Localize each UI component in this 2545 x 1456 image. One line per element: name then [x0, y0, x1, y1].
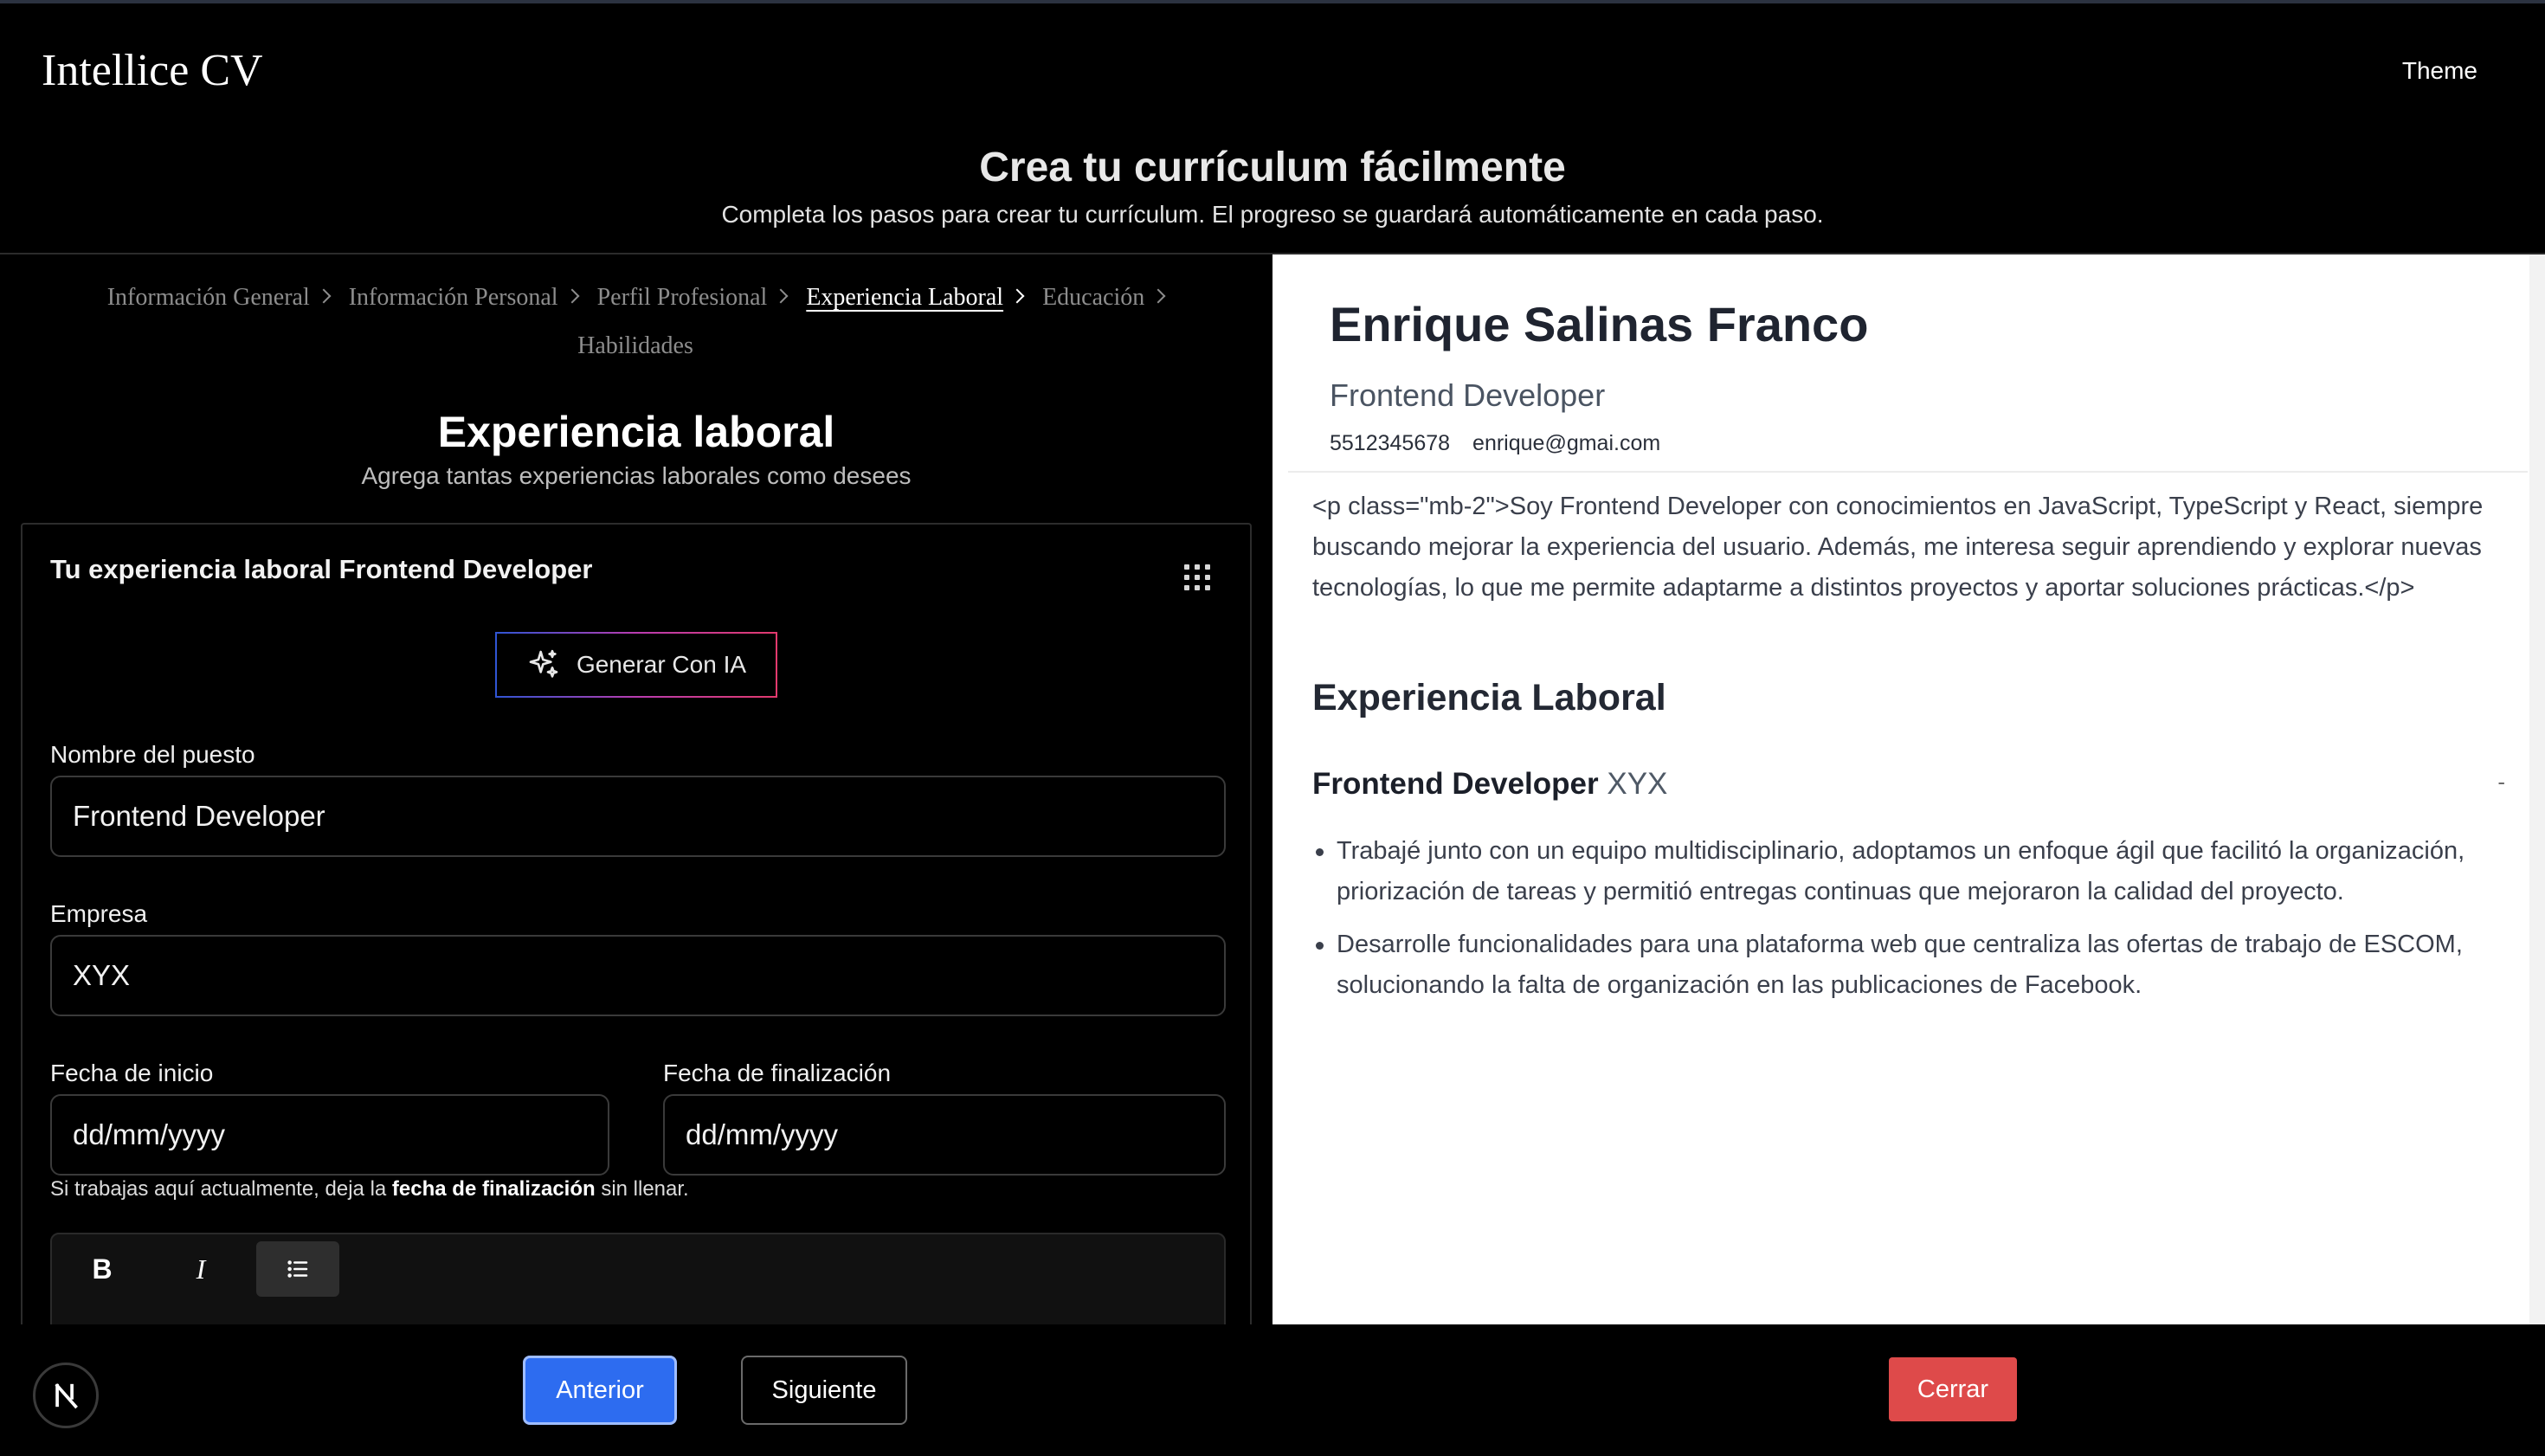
breadcrumb-item-experiencia-laboral[interactable]: Experiencia Laboral: [806, 274, 1025, 322]
start-date-label: Fecha de inicio: [50, 1060, 214, 1086]
cv-email: enrique@gmai.com: [1472, 431, 1661, 455]
chevron-right-icon: [1150, 288, 1166, 304]
end-date-label: Fecha de finalización: [663, 1060, 892, 1086]
cv-role: Frontend Developer: [1330, 377, 1606, 413]
bottom-bar: Anterior Siguiente Cerrar: [0, 1324, 2545, 1456]
experience-card: Tu experiencia laboral Frontend Develope…: [21, 523, 1252, 1324]
description-editor[interactable]: B I: [50, 1233, 1226, 1324]
list-icon: [287, 1260, 308, 1278]
start-date-input[interactable]: dd/mm/yyyy: [50, 1094, 609, 1176]
breadcrumb-label: Experiencia Laboral: [806, 284, 1004, 311]
page-subtitle: Completa los pasos para crear tu currícu…: [721, 201, 1824, 228]
job-title-label: Nombre del puesto: [50, 741, 255, 768]
n-glyph: [55, 1383, 78, 1409]
company-input[interactable]: XYX: [50, 935, 1226, 1016]
breadcrumb-label: Habilidades: [577, 332, 693, 359]
breadcrumb-item-informacion-personal[interactable]: Información Personal: [348, 274, 580, 322]
bullet-list-button[interactable]: [256, 1241, 339, 1297]
cv-job-company: XYX: [1607, 767, 1668, 801]
form-pane: Información General Información Personal…: [0, 254, 1272, 1324]
breadcrumb-item-perfil-profesional[interactable]: Perfil Profesional: [596, 274, 789, 322]
previous-button[interactable]: Anterior: [523, 1356, 677, 1425]
top-border: [0, 0, 2545, 3]
job-title-input[interactable]: Frontend Developer: [50, 776, 1226, 857]
theme-toggle-button[interactable]: Theme: [2402, 57, 2477, 85]
cv-summary: <p class="mb-2">Soy Frontend Developer c…: [1312, 493, 2484, 602]
preview-scroll-track: [2529, 254, 2545, 1324]
close-button[interactable]: Cerrar: [1889, 1357, 2017, 1421]
breadcrumb-item-educacion[interactable]: Educación: [1042, 274, 1166, 322]
list-item: Trabajé junto con un equipo multidiscipl…: [1312, 831, 2507, 912]
cv-phone: 5512345678: [1330, 431, 1451, 455]
cv-header: Enrique Salinas Franco Frontend Develope…: [1288, 268, 2528, 473]
cv-job-bullets: Trabajé junto con un equipo multidiscipl…: [1312, 831, 2507, 1018]
breadcrumb-label: Perfil Profesional: [596, 284, 768, 311]
nextjs-logo-icon[interactable]: [33, 1363, 99, 1428]
chevron-right-icon: [564, 288, 580, 304]
brand-logo[interactable]: Intellice CV: [42, 45, 263, 96]
chevron-right-icon: [773, 288, 789, 304]
next-button[interactable]: Siguiente: [741, 1356, 907, 1425]
breadcrumb-item-informacion-general[interactable]: Información General: [106, 274, 332, 322]
breadcrumb-label: Información Personal: [348, 284, 558, 311]
bold-button[interactable]: B: [61, 1241, 144, 1297]
breadcrumb-label: Información General: [106, 284, 310, 311]
cv-contact: 5512345678 enrique@gmai.com: [1330, 431, 1683, 456]
grip-dots-icon[interactable]: [1184, 564, 1210, 590]
chevron-right-icon: [316, 288, 332, 304]
breadcrumb-label: Educación: [1042, 284, 1145, 311]
cv-name: Enrique Salinas Franco: [1330, 297, 1869, 351]
end-date-input[interactable]: dd/mm/yyyy: [663, 1094, 1226, 1176]
section-title: Experiencia laboral: [437, 408, 835, 456]
end-date-hint: Si trabajas aquí actualmente, deja la fe…: [50, 1177, 689, 1201]
experience-card-title: Tu experiencia laboral Frontend Develope…: [50, 554, 593, 584]
cv-job-dates: -: [2497, 769, 2505, 795]
sparkles-icon: [529, 649, 558, 678]
generate-with-ai-button[interactable]: Generar Con IA: [495, 632, 777, 698]
cv-job-heading: Frontend Developer XYX: [1312, 767, 1667, 802]
chevron-right-icon: [1009, 288, 1025, 304]
italic-button[interactable]: I: [159, 1241, 242, 1297]
breadcrumb-item-habilidades[interactable]: Habilidades: [577, 322, 693, 370]
cv-job-title: Frontend Developer: [1312, 767, 1599, 801]
breadcrumb: Información General Información Personal…: [35, 274, 1236, 370]
generate-with-ai-label: Generar Con IA: [576, 651, 747, 678]
company-label: Empresa: [50, 900, 148, 927]
page-title: Crea tu currículum fácilmente: [979, 145, 1566, 190]
section-subtitle: Agrega tantas experiencias laborales com…: [361, 462, 912, 489]
list-item: Desarrolle funcionalidades para una plat…: [1312, 924, 2507, 1006]
cv-preview: Enrique Salinas Franco Frontend Develope…: [1272, 254, 2545, 1324]
cv-section-title: Experiencia Laboral: [1312, 677, 1666, 718]
